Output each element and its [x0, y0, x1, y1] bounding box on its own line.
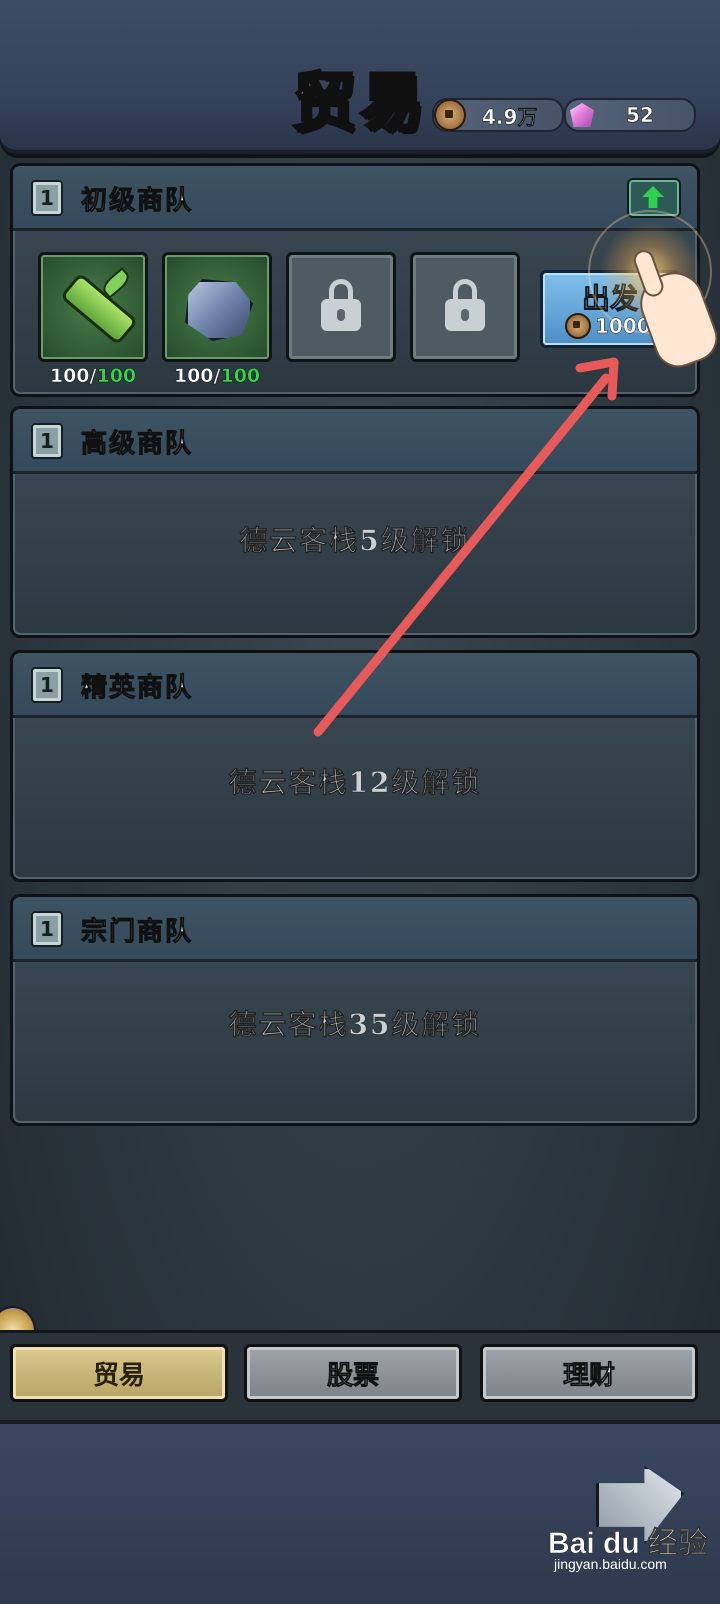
- unlock-requirement: 德云客栈5级解锁: [239, 524, 471, 558]
- ore-icon: [185, 279, 253, 341]
- lock-icon: [321, 279, 361, 331]
- caravan-level-badge: 1: [31, 667, 63, 703]
- coin-icon: [434, 99, 466, 131]
- tab-finance[interactable]: 理财: [480, 1344, 698, 1402]
- gem-balance: 52: [564, 98, 696, 132]
- caravan-name: 宗门商队: [80, 917, 194, 948]
- caravan-name: 高级商队: [80, 429, 194, 460]
- coin-balance: 4.9万: [432, 98, 564, 132]
- cargo-slot-ore[interactable]: 100/100: [162, 252, 272, 387]
- cargo-slot-locked[interactable]: [286, 252, 396, 362]
- caravan-level-badge: 1: [31, 423, 63, 459]
- top-header: 贸易 4.9万 52: [0, 0, 720, 154]
- gem-balance-value: 52: [626, 103, 654, 128]
- caravan-panel-elite: 1 精英商队 德云客栈12级解锁: [10, 650, 700, 882]
- caravan-panel-sect: 1 宗门商队 德云客栈35级解锁: [10, 894, 700, 1126]
- caravan-header: 1 高级商队: [13, 409, 697, 474]
- caravan-header: 1 宗门商队: [13, 897, 697, 962]
- coin-icon: [565, 313, 591, 339]
- lock-icon: [445, 279, 485, 331]
- caravan-name: 精英商队: [80, 673, 194, 704]
- coin-balance-value: 4.9万: [482, 104, 538, 129]
- watermark-url: jingyan.baidu.com: [554, 1556, 667, 1572]
- bamboo-icon: [59, 272, 139, 346]
- unlock-requirement: 德云客栈12级解锁: [228, 766, 482, 800]
- caravan-level-badge: 1: [31, 911, 63, 947]
- caravan-level-badge: 1: [31, 180, 63, 216]
- arrow-up-icon: [642, 186, 664, 208]
- page-title: 贸易: [291, 65, 428, 143]
- gem-icon: [570, 103, 594, 127]
- tab-stocks[interactable]: 股票: [244, 1344, 462, 1402]
- cargo-count: 100/100: [49, 365, 137, 388]
- cargo-slot-bamboo[interactable]: 100/100: [38, 252, 148, 387]
- caravan-name: 初级商队: [80, 186, 194, 217]
- caravan-panel-senior: 1 高级商队 德云客栈5级解锁: [10, 406, 700, 638]
- cargo-slot-locked[interactable]: [410, 252, 520, 362]
- caravan-header: 1 精英商队: [13, 653, 697, 718]
- tab-trade[interactable]: 贸易: [10, 1344, 228, 1402]
- cargo-count: 100/100: [173, 365, 261, 388]
- caravan-header: 1 初级商队: [13, 166, 697, 231]
- unlock-requirement: 德云客栈35级解锁: [228, 1008, 482, 1042]
